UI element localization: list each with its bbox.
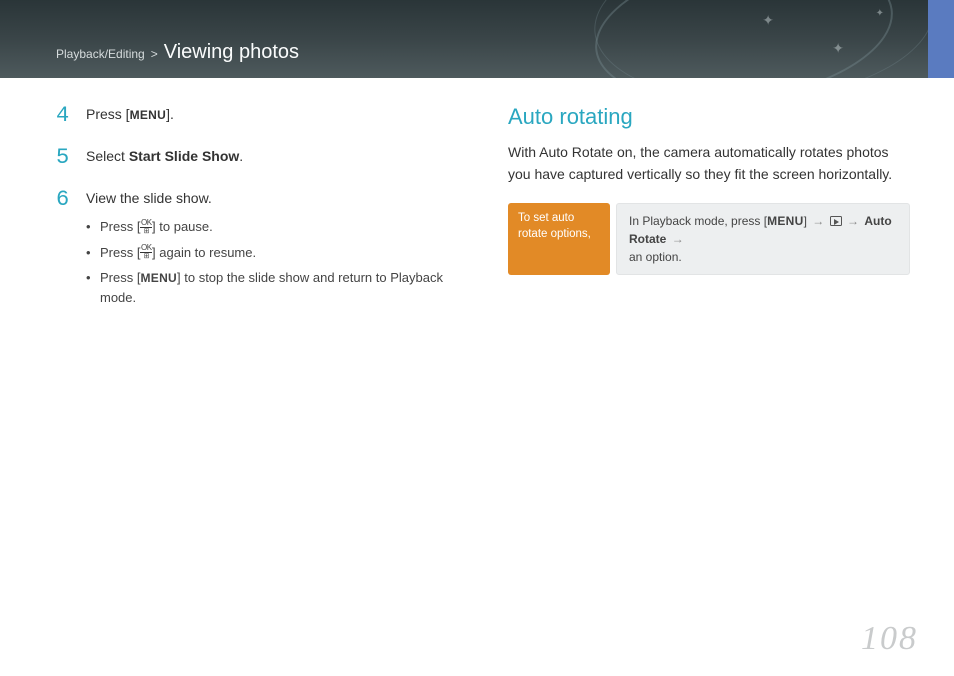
ok-button-icon: OK⊞: [140, 219, 152, 235]
menu-label: MENU: [767, 214, 804, 228]
section-title: Auto rotating: [508, 104, 910, 130]
text-part: Press [: [86, 106, 130, 122]
text-part: .: [239, 148, 243, 164]
arrow-icon: →: [845, 214, 861, 228]
step-number: 4: [56, 104, 74, 128]
sub-step-list: Press [OK⊞] to pause. Press [OK⊞] again …: [86, 217, 458, 307]
page-title: Viewing photos: [164, 41, 299, 64]
left-column: 4 Press [MENU]. 5 Select Start Slide Sho…: [56, 104, 458, 331]
arrow-icon: →: [810, 214, 826, 228]
breadcrumb-separator: >: [151, 47, 158, 61]
sub-step: Press [MENU] to stop the slide show and …: [86, 268, 458, 307]
playback-icon: [830, 216, 842, 226]
menu-label: MENU: [130, 108, 167, 122]
text-part: ] again to resume.: [152, 245, 256, 260]
text-part: ].: [166, 106, 174, 122]
page-header: ✦ ✦ ✦ Playback/Editing > Viewing photos: [0, 0, 954, 78]
text-part: an option.: [629, 250, 682, 264]
option-body: In Playback mode, press [MENU] → → Auto …: [616, 203, 910, 275]
text-part: View the slide show.: [86, 190, 212, 206]
ok-button-icon: OK⊞: [140, 244, 152, 260]
breadcrumb: Playback/Editing > Viewing photos: [56, 41, 299, 64]
breadcrumb-parent: Playback/Editing: [56, 47, 145, 61]
menu-label: MENU: [140, 271, 177, 285]
step-number: 5: [56, 146, 74, 170]
arrow-icon: →: [670, 232, 686, 246]
sparkle-icon: ✦: [876, 8, 884, 19]
step-6: 6 View the slide show. Press [OK⊞] to pa…: [56, 188, 458, 313]
step-text: View the slide show. Press [OK⊞] to paus…: [86, 188, 458, 313]
bold-text: Start Slide Show: [129, 148, 239, 164]
step-text: Select Start Slide Show.: [86, 146, 243, 170]
sparkle-icon: ✦: [762, 12, 774, 29]
text-part: In Playback mode, press [: [629, 214, 767, 228]
sparkle-icon: ✦: [832, 40, 844, 57]
sub-step: Press [OK⊞] again to resume.: [86, 243, 458, 263]
text-part: Press [: [100, 270, 140, 285]
step-number: 6: [56, 188, 74, 313]
content-area: 4 Press [MENU]. 5 Select Start Slide Sho…: [0, 78, 954, 331]
text-part: Press [: [100, 219, 140, 234]
step-4: 4 Press [MENU].: [56, 104, 458, 128]
text-part: Select: [86, 148, 129, 164]
page-number: 108: [861, 620, 918, 658]
section-description: With Auto Rotate on, the camera automati…: [508, 142, 910, 185]
text-part: Press [: [100, 245, 140, 260]
option-label: To set auto rotate options,: [508, 203, 610, 275]
side-tab: [928, 0, 954, 78]
option-row: To set auto rotate options, In Playback …: [508, 203, 910, 275]
right-column: Auto rotating With Auto Rotate on, the c…: [508, 104, 910, 331]
step-text: Press [MENU].: [86, 104, 174, 128]
text-part: ] to pause.: [152, 219, 213, 234]
step-5: 5 Select Start Slide Show.: [56, 146, 458, 170]
sub-step: Press [OK⊞] to pause.: [86, 217, 458, 237]
